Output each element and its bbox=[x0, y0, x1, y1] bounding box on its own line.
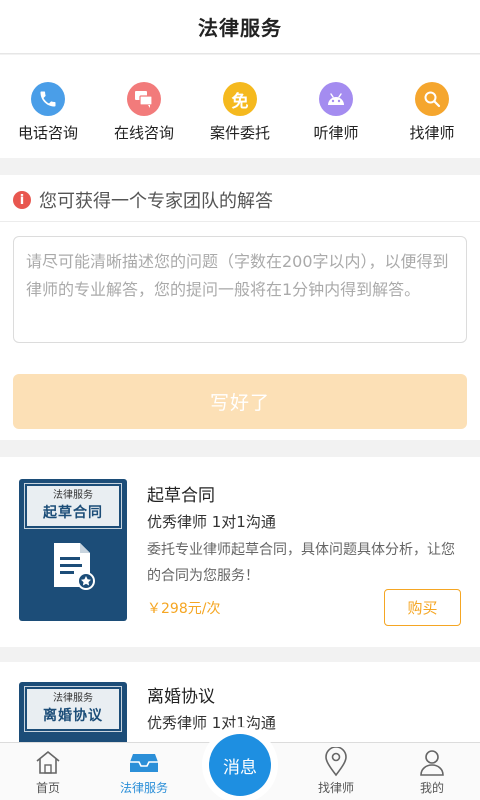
service-thumbnail: 法律服务 起草合同 bbox=[19, 479, 127, 621]
plate-title: 起草合同 bbox=[43, 505, 103, 521]
tab-home[interactable]: 首页 bbox=[0, 743, 96, 800]
buy-button[interactable]: 购买 bbox=[384, 589, 461, 626]
ask-tip: i 您可获得一个专家团队的解答 bbox=[13, 187, 273, 213]
quick-action-label: 电话咨询 bbox=[17, 124, 78, 142]
messages-button[interactable]: 消息 bbox=[202, 727, 278, 800]
free-icon: 免 bbox=[223, 82, 257, 116]
quick-actions: 电话咨询 在线咨询 免 案件委托 听律师 找律师 bbox=[0, 55, 480, 158]
plate-title: 离婚协议 bbox=[43, 708, 103, 724]
service-subtitle: 优秀律师 1对1沟通 bbox=[147, 513, 276, 531]
tab-mine[interactable]: 我的 bbox=[384, 743, 480, 800]
page: 法律服务 电话咨询 在线咨询 免 案件委托 听律师 找律师 i 您可获得一个专家… bbox=[0, 0, 480, 800]
page-title: 法律服务 bbox=[198, 16, 282, 40]
question-input[interactable] bbox=[13, 236, 467, 343]
quick-action-phone-consult[interactable]: 电话咨询 bbox=[0, 55, 96, 158]
tab-find-lawyer[interactable]: 找律师 bbox=[288, 743, 384, 800]
header: 法律服务 bbox=[0, 0, 480, 54]
quick-action-case-entrust[interactable]: 免 案件委托 bbox=[192, 55, 288, 158]
search-icon bbox=[415, 82, 449, 116]
chat-icon bbox=[127, 82, 161, 116]
quick-action-find-lawyer[interactable]: 找律师 bbox=[384, 55, 480, 158]
service-title: 起草合同 bbox=[147, 486, 215, 506]
quick-action-label: 听律师 bbox=[313, 124, 359, 142]
submit-question-button[interactable]: 写好了 bbox=[13, 374, 467, 429]
quick-action-listen-lawyer[interactable]: 听律师 bbox=[288, 55, 384, 158]
inbox-icon bbox=[129, 747, 159, 777]
quick-action-label: 找律师 bbox=[409, 124, 455, 142]
divider bbox=[0, 221, 480, 222]
service-description: 委托专业律师起草合同，具体问题具体分析，让您的合同为您服务！ bbox=[147, 542, 455, 584]
thumbnail-plate: 法律服务 离婚协议 bbox=[24, 686, 122, 732]
tab-label: 法律服务 bbox=[119, 781, 168, 795]
quick-action-label: 案件委托 bbox=[209, 124, 270, 142]
user-icon bbox=[419, 747, 445, 777]
service-price: ￥298元/次 bbox=[147, 601, 221, 617]
info-icon: i bbox=[13, 191, 31, 209]
home-icon bbox=[34, 747, 62, 777]
tab-label: 首页 bbox=[35, 781, 60, 795]
tab-label: 我的 bbox=[419, 781, 444, 795]
service-title: 离婚协议 bbox=[147, 687, 215, 707]
thumbnail-plate: 法律服务 起草合同 bbox=[24, 483, 122, 529]
android-icon bbox=[319, 82, 353, 116]
document-icon bbox=[54, 543, 95, 590]
tab-legal-services[interactable]: 法律服务 bbox=[96, 743, 192, 800]
plate-caption: 法律服务 bbox=[53, 693, 93, 704]
ask-question-panel: i 您可获得一个专家团队的解答 写好了 bbox=[0, 175, 480, 440]
quick-action-online-consult[interactable]: 在线咨询 bbox=[96, 55, 192, 158]
quick-action-label: 在线咨询 bbox=[113, 124, 174, 142]
phone-icon bbox=[31, 82, 65, 116]
tab-label: 找律师 bbox=[317, 781, 354, 795]
plate-caption: 法律服务 bbox=[53, 490, 93, 501]
ask-tip-text: 您可获得一个专家团队的解答 bbox=[39, 191, 273, 212]
messages-button-label: 消息 bbox=[209, 734, 271, 796]
location-pin-icon bbox=[324, 747, 348, 777]
service-card-contract[interactable]: 法律服务 起草合同 起草合同 优秀律师 1对1沟通 委托专业律师起草合同，具体问… bbox=[0, 457, 480, 647]
